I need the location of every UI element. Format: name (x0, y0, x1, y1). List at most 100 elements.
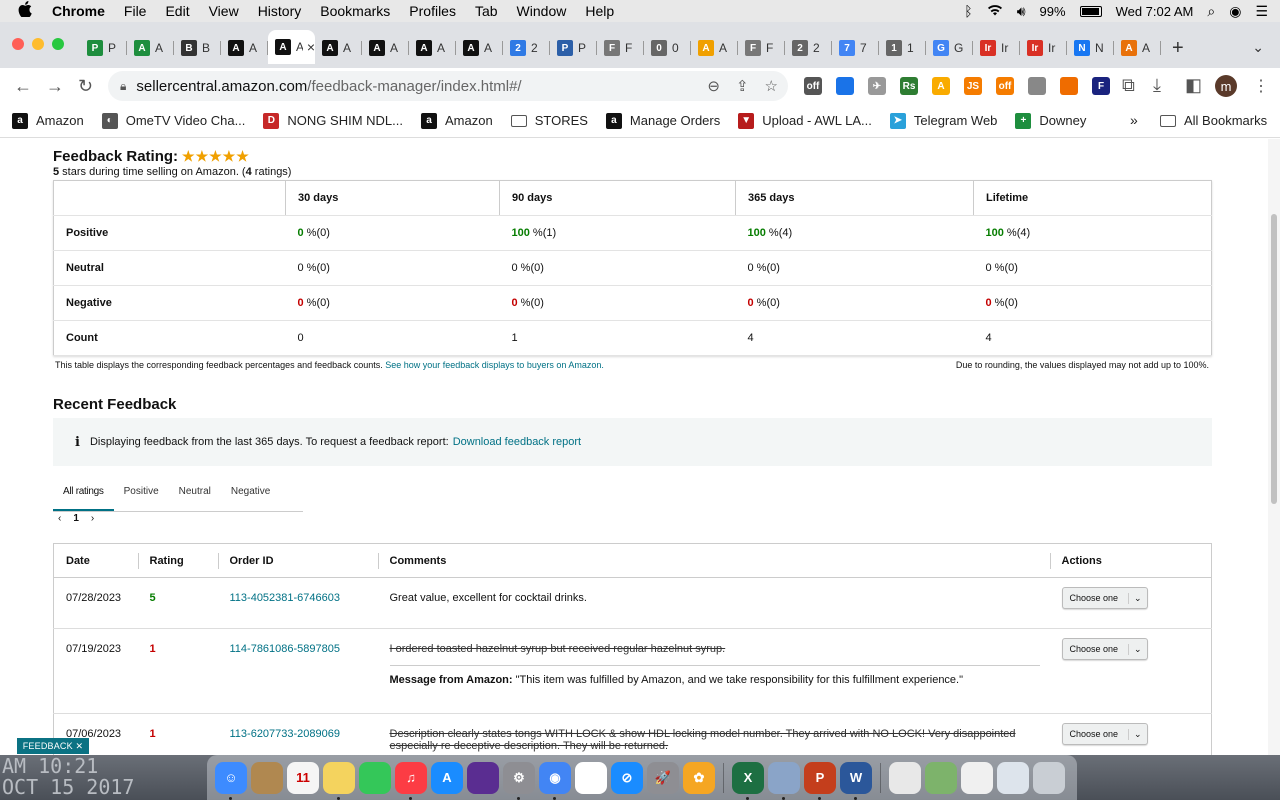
menu-chrome[interactable]: Chrome (52, 3, 105, 19)
feedback-widget-button[interactable]: FEEDBACK ✕ (17, 738, 89, 754)
extension-icon[interactable]: ✈ (868, 77, 886, 95)
bookmark-item[interactable]: a Amazon (12, 112, 84, 129)
menu-window[interactable]: Window (517, 3, 567, 19)
finder-icon[interactable]: ☺ (215, 761, 247, 800)
tab-negative[interactable]: Negative (221, 479, 280, 511)
extension-icon[interactable] (1028, 77, 1046, 95)
extension-icon[interactable]: off (804, 77, 822, 95)
extension-icon[interactable]: F (1092, 77, 1110, 95)
spotlight-search-icon[interactable]: ⌕ (1207, 3, 1215, 20)
bookmark-item[interactable]: STORES (510, 113, 588, 128)
order-id-link[interactable]: 114-7861086-5897805 (230, 643, 341, 655)
facetime-icon[interactable] (359, 761, 391, 794)
extension-icon[interactable] (1060, 77, 1078, 95)
new-tab-button[interactable]: + (1172, 37, 1184, 60)
order-id-link[interactable]: 113-4052381-6746603 (230, 592, 341, 604)
bluetooth-icon[interactable]: ᛒ (964, 3, 972, 19)
browser-tab[interactable]: PP (550, 34, 597, 62)
browser-tab[interactable]: PP (80, 34, 127, 62)
current-page[interactable]: 1 (73, 513, 79, 524)
siri-menu-icon[interactable]: ◉ (1229, 3, 1241, 20)
downloads-icon[interactable]: ⤓ (1153, 75, 1161, 96)
menu-help[interactable]: Help (585, 3, 614, 19)
share-icon[interactable]: ⇪ (736, 77, 749, 95)
choose-one-dropdown[interactable]: Choose one ⌄ (1061, 723, 1148, 745)
powerpoint-icon[interactable]: P (804, 761, 836, 800)
photos-icon[interactable]: ✿ (683, 761, 715, 794)
all-bookmarks-folder[interactable]: All Bookmarks (1160, 113, 1267, 128)
tab-all-ratings[interactable]: All ratings (53, 479, 114, 511)
close-window-button[interactable] (12, 38, 24, 50)
page-scrollbar[interactable] (1268, 139, 1280, 755)
bookmark-item[interactable]: D NONG SHIM NDL... (263, 112, 403, 129)
tab-neutral[interactable]: Neutral (169, 479, 221, 511)
extension-icon[interactable] (836, 77, 854, 95)
menu-tab[interactable]: Tab (475, 3, 498, 19)
preview-icon[interactable] (768, 761, 800, 800)
image-icon[interactable] (925, 761, 957, 794)
feedback-display-link[interactable]: See how your feedback displays to buyers… (385, 360, 604, 370)
chrome-menu-icon[interactable]: ⋮ (1253, 76, 1269, 96)
extension-icon[interactable]: A (932, 77, 950, 95)
tab-search-icon[interactable]: ⌄ (1252, 39, 1264, 56)
close-tab-icon[interactable]: × (307, 39, 315, 55)
choose-one-dropdown[interactable]: Choose one ⌄ (1061, 587, 1148, 609)
volume-icon[interactable]: 🔊︎ (1017, 3, 1026, 20)
browser-tab[interactable]: AA (362, 34, 409, 62)
scrollbar-thumb[interactable] (1271, 214, 1277, 504)
browser-tab[interactable]: AA (1114, 34, 1161, 62)
bookmark-item[interactable]: ➤ Telegram Web (889, 112, 997, 129)
minimize-window-button[interactable] (32, 38, 44, 50)
calendar-icon[interactable]: 11 (287, 761, 319, 794)
bookmark-item[interactable]: a Amazon (421, 112, 493, 129)
prev-page-button[interactable]: ‹ (58, 513, 61, 524)
word-icon[interactable]: W (840, 761, 872, 800)
browser-tab[interactable]: 22 (785, 34, 832, 62)
download-report-link[interactable]: Download feedback report (453, 436, 581, 448)
document-icon[interactable] (889, 761, 921, 794)
browser-tab[interactable]: NN (1067, 34, 1114, 62)
safari-icon[interactable]: ⊘ (611, 761, 643, 794)
profile-avatar[interactable]: m (1215, 75, 1237, 97)
chrome-icon[interactable]: ◉ (539, 761, 571, 800)
browser-tab[interactable]: Ir Ir (973, 34, 1020, 62)
browser-tab[interactable]: A A × (268, 30, 315, 64)
trash-icon[interactable] (1033, 761, 1065, 794)
browser-tab[interactable]: 00 (644, 34, 691, 62)
zoom-icon[interactable]: ⊖ (707, 77, 720, 95)
lock-icon[interactable]: 🔒︎ (120, 79, 126, 94)
appstore-icon[interactable]: A (431, 761, 463, 794)
more-bookmarks-icon[interactable]: » (1130, 112, 1138, 128)
bookmark-star-icon[interactable]: ☆ (765, 77, 778, 95)
browser-tab[interactable]: AA (221, 34, 268, 62)
extension-icon[interactable]: JS (964, 77, 982, 95)
menu-bookmarks[interactable]: Bookmarks (320, 3, 390, 19)
browser-tab[interactable]: Ir Ir (1020, 34, 1067, 62)
next-page-button[interactable]: › (91, 513, 94, 524)
bookmark-item[interactable]: a Manage Orders (605, 112, 720, 129)
bookmark-item[interactable]: ◐ OmeTV Video Cha... (101, 112, 245, 129)
menu-edit[interactable]: Edit (165, 3, 189, 19)
reload-button[interactable]: ↻ (78, 76, 93, 97)
menu-file[interactable]: File (124, 3, 147, 19)
menu-profiles[interactable]: Profiles (409, 3, 456, 19)
apple-icon[interactable] (18, 1, 38, 21)
extensions-puzzle-icon[interactable]: ⧉ (1122, 75, 1135, 96)
notes-icon[interactable] (323, 761, 355, 800)
extension-icon[interactable]: off (996, 77, 1014, 95)
settings-icon[interactable]: ⚙ (503, 761, 535, 800)
address-bar[interactable]: 🔒︎ sellercentral.amazon.com /feedback-ma… (108, 71, 788, 101)
music-icon[interactable]: ♫ (395, 761, 427, 800)
clock[interactable]: Wed 7:02 AM (1116, 4, 1194, 19)
browser-tab[interactable]: AA (127, 34, 174, 62)
menu-view[interactable]: View (209, 3, 239, 19)
bookmark-item[interactable]: ▼ Upload - AWL LA... (738, 112, 872, 129)
menu-history[interactable]: History (258, 3, 302, 19)
bookmark-item[interactable]: + Downey (1015, 112, 1086, 129)
browser-tab[interactable]: AA (315, 34, 362, 62)
battery-icon[interactable] (1079, 5, 1102, 17)
control-center-icon[interactable]: ☰ (1255, 3, 1268, 20)
launchpad-icon[interactable]: 🚀 (647, 761, 679, 794)
side-panel-icon[interactable]: ◧ (1185, 75, 1202, 96)
browser-tab[interactable]: 11 (879, 34, 926, 62)
